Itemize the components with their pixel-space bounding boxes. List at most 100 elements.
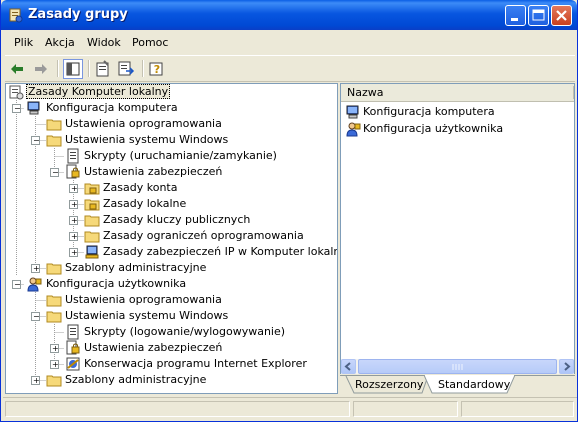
security-icon <box>66 164 80 179</box>
group-policy-icon <box>9 8 23 23</box>
show-hide-tree-icon <box>66 62 80 76</box>
scroll-right-icon <box>564 362 571 371</box>
back-arrow-icon <box>11 64 23 74</box>
status-cell-3 <box>461 401 574 417</box>
expand-toggle[interactable]: + <box>69 232 78 241</box>
tree-label: Szablony administracyjne <box>65 261 207 274</box>
tab-rozszerzony[interactable]: Rozszerzony <box>340 375 428 393</box>
folder-icon <box>46 295 62 307</box>
tree-label: Zasady lokalne <box>103 197 187 210</box>
tree-label: Zasady zabezpieczeń IP w Komputer lokaln… <box>103 245 338 258</box>
security-icon <box>66 340 80 355</box>
horizontal-scrollbar[interactable] <box>341 359 574 374</box>
tree-label: Konfiguracja komputera <box>46 101 178 114</box>
tree-label: Ustawienia systemu Windows <box>65 133 229 146</box>
forward-arrow-icon <box>35 64 47 74</box>
tab-label: Standardowy <box>438 378 511 391</box>
folder-icon <box>46 119 62 131</box>
collapse-toggle[interactable]: − <box>12 104 21 113</box>
folder-icon <box>46 263 62 275</box>
tree-label: Zasady ograniczeń oprogramowania <box>103 229 304 242</box>
details-pane[interactable]: Nazwa Konfiguracja komputera Konfiguracj… <box>340 83 575 374</box>
user-icon <box>27 277 42 292</box>
view-tabs: Rozszerzony Standardowy <box>340 375 575 395</box>
help-button[interactable]: ? <box>147 59 167 79</box>
column-header-label: Nazwa <box>347 86 384 99</box>
tree-label: Skrypty (uruchamianie/zamykanie) <box>84 149 277 162</box>
status-bar <box>3 397 577 420</box>
minimize-icon <box>511 18 518 21</box>
export-list-icon <box>118 61 135 76</box>
tree-label: Ustawienia oprogramowania <box>65 293 222 306</box>
tree-pane[interactable]: Zasady Komputer lokalny − Konfiguracja k… <box>5 83 338 394</box>
collapse-toggle[interactable]: − <box>31 136 40 145</box>
expand-toggle[interactable]: + <box>69 184 78 193</box>
tree-label: Skrypty (logowanie/wylogowywanie) <box>84 325 286 338</box>
expand-toggle[interactable]: + <box>69 216 78 225</box>
tree-label: Ustawienia oprogramowania <box>65 117 222 130</box>
scroll-right-button[interactable] <box>559 359 574 374</box>
minimize-button[interactable] <box>505 5 526 26</box>
menu-plik[interactable]: Plik <box>14 36 33 49</box>
collapse-toggle[interactable]: − <box>12 280 21 289</box>
tab-standardowy[interactable]: Standardowy <box>426 375 516 393</box>
close-icon <box>556 10 567 21</box>
properties-button[interactable] <box>93 59 113 79</box>
column-header-nazwa[interactable]: Nazwa <box>341 84 574 102</box>
toolbar-separator <box>142 60 144 77</box>
policy-root-icon <box>9 85 24 100</box>
collapse-toggle[interactable]: − <box>31 312 40 321</box>
scroll-thumb[interactable] <box>358 359 557 374</box>
show-hide-tree-button[interactable] <box>63 59 83 79</box>
status-cell-2 <box>353 401 458 417</box>
ip-security-icon <box>85 245 99 259</box>
expand-toggle[interactable]: + <box>50 344 59 353</box>
help-icon: ? <box>149 62 163 76</box>
expand-toggle[interactable]: + <box>50 360 59 369</box>
tree-label: Ustawienia zabezpieczeń <box>84 341 223 354</box>
svg-text:?: ? <box>154 63 160 76</box>
forward-button[interactable] <box>31 59 51 79</box>
scroll-left-icon <box>344 362 351 371</box>
title-bar[interactable]: Zasady grupy <box>1 0 577 30</box>
scroll-left-button[interactable] <box>341 359 356 374</box>
internet-explorer-maintenance-icon <box>66 357 80 371</box>
menu-akcja[interactable]: Akcja <box>45 36 75 49</box>
collapse-toggle[interactable]: − <box>50 168 59 177</box>
tree-label: Szablony administracyjne <box>65 373 207 386</box>
expand-toggle[interactable]: + <box>69 200 78 209</box>
list-item-label: Konfiguracja komputera <box>363 105 495 118</box>
status-cell-main <box>5 401 350 417</box>
computer-icon <box>346 105 359 119</box>
maximize-icon <box>532 9 545 21</box>
tree-label: Zasady Komputer lokalny <box>26 84 171 99</box>
tab-label: Rozszerzony <box>355 378 424 391</box>
tree-label: Konserwacja programu Internet Explorer <box>84 357 307 370</box>
folder-icon <box>84 231 100 243</box>
column-separator <box>573 86 574 99</box>
folder-open-icon <box>46 135 62 147</box>
folder-icon <box>46 375 62 387</box>
properties-icon <box>96 60 109 77</box>
menu-bar: Plik Akcja Widok Pomoc <box>5 32 575 52</box>
expand-toggle[interactable]: + <box>69 248 78 257</box>
back-button[interactable] <box>7 59 27 79</box>
maximize-button[interactable] <box>528 5 549 26</box>
folder-lock-icon <box>84 199 100 211</box>
toolbar-separator <box>57 60 59 77</box>
expand-toggle[interactable]: + <box>31 376 40 385</box>
export-list-button[interactable] <box>116 59 136 79</box>
folder-open-icon <box>46 311 62 323</box>
folder-lock-icon <box>84 183 100 195</box>
expand-toggle[interactable]: + <box>31 264 40 273</box>
list-item-label: Konfiguracja użytkownika <box>363 122 504 135</box>
menu-widok[interactable]: Widok <box>87 36 121 49</box>
tree-label: Ustawienia systemu Windows <box>65 309 229 322</box>
menu-pomoc[interactable]: Pomoc <box>132 36 168 49</box>
tree-label: Zasady konta <box>103 181 178 194</box>
tree-label: Konfiguracja użytkownika <box>46 277 187 290</box>
main-window: Zasady grupy Plik Akcja Widok Pomoc ? Za… <box>0 0 578 422</box>
close-button[interactable] <box>551 5 572 26</box>
toolbar-separator <box>88 60 90 77</box>
grip-icon <box>452 364 463 370</box>
